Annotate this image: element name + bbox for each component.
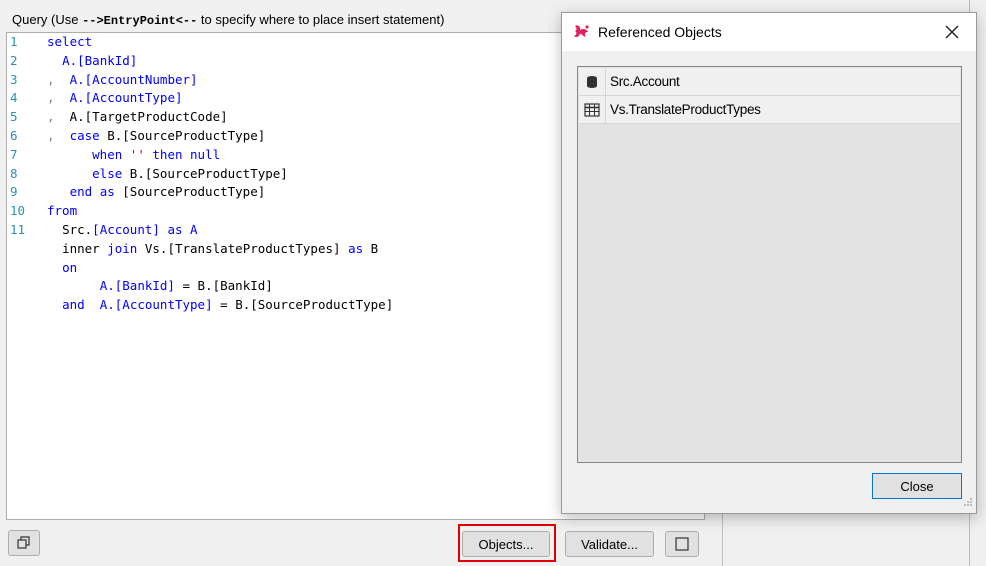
entry-point-keyword: -->EntryPoint<--	[82, 14, 198, 28]
dialog-close-icon[interactable]	[940, 20, 964, 44]
square-icon	[675, 537, 689, 551]
restore-window-button[interactable]	[8, 530, 40, 556]
dialog-titlebar[interactable]: Referenced Objects	[562, 13, 976, 51]
objects-button-highlight	[458, 524, 556, 562]
maximize-button[interactable]	[665, 531, 699, 557]
referenced-objects-list[interactable]: Src.Account Vs.TranslateProductTypes	[577, 66, 962, 463]
resize-grip-icon[interactable]	[963, 495, 973, 510]
dialog-title: Referenced Objects	[598, 24, 722, 40]
list-item-label: Src.Account	[610, 74, 680, 89]
close-button[interactable]: Close	[872, 473, 962, 499]
panel-divider	[722, 510, 723, 566]
referenced-objects-dialog: Referenced Objects Src.Account Vs.Transl…	[561, 12, 977, 514]
query-label: Query (Use -->EntryPoint<-- to specify w…	[12, 12, 445, 28]
list-item[interactable]: Vs.TranslateProductTypes	[579, 96, 960, 124]
app-logo-icon	[572, 22, 592, 45]
database-icon	[587, 75, 597, 88]
restore-icon	[17, 536, 30, 549]
table-icon	[584, 102, 600, 117]
list-item-label: Vs.TranslateProductTypes	[610, 102, 761, 117]
list-item[interactable]: Src.Account	[579, 68, 960, 96]
validate-button[interactable]: Validate...	[565, 531, 654, 557]
